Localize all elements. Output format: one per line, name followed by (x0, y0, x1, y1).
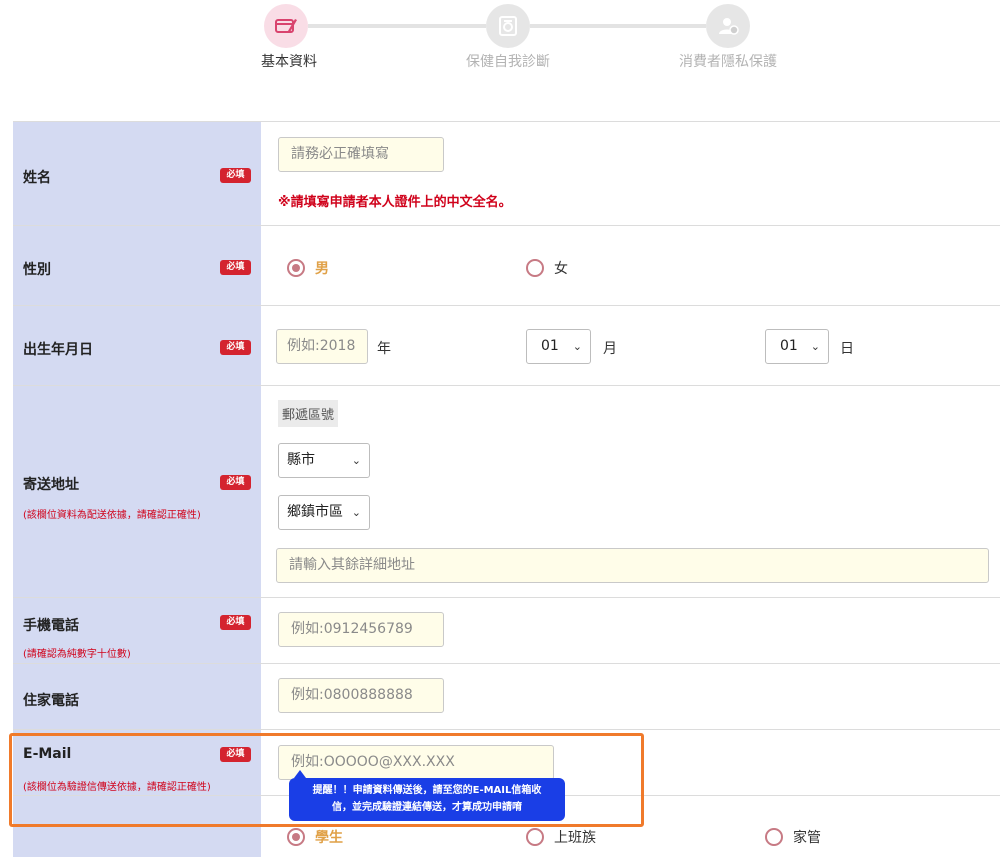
address-label: 寄送地址 (23, 477, 79, 493)
email-reminder-tooltip: 提醒！！申請資料傳送後，請至您的E-MAIL信箱收 信，並完成驗證連結傳送，才算… (289, 778, 565, 821)
edit-card-icon (275, 19, 297, 33)
day-unit: 日 (840, 341, 854, 357)
row-mobile: 手機電話 必填 (請確認為純數字十位數) 例如:0912456789 (13, 598, 1000, 664)
gender-male-radio[interactable] (287, 259, 305, 277)
row-gender: 性別 必填 男 女 (13, 226, 1000, 306)
occupation-homemaker-radio[interactable] (765, 828, 783, 846)
birth-year-input[interactable]: 例如:2018 (276, 329, 368, 364)
home-phone-input[interactable]: 例如:0800888888 (278, 678, 444, 713)
row-home-phone: 住家電話 例如:0800888888 (13, 664, 1000, 730)
address-detail-input[interactable]: 請輸入其餘詳細地址 (276, 548, 989, 583)
occupation-student-label[interactable]: 學生 (315, 827, 343, 847)
gender-female-radio[interactable] (526, 259, 544, 277)
zip-code-display: 郵遞區號 (278, 400, 339, 427)
step-2-circle (486, 4, 530, 48)
chevron-down-icon: ⌄ (572, 340, 582, 353)
required-badge: 必填 (220, 168, 251, 183)
row-address: 寄送地址 必填 (該欄位資料為配送依據，請確認正確性) 郵遞區號 縣市 ⌄ 鄉鎮… (13, 386, 1000, 598)
required-badge: 必填 (220, 475, 251, 490)
step-2-label: 保健自我診斷 (466, 54, 550, 70)
step-connector (530, 24, 706, 28)
step-3-label: 消費者隱私保護 (679, 54, 777, 70)
step-1-circle (264, 4, 308, 48)
gender-label: 性別 (23, 262, 51, 278)
birth-day-select[interactable]: 01 ⌄ (765, 329, 829, 364)
county-select[interactable]: 縣市 ⌄ (278, 443, 370, 478)
occupation-student-radio[interactable] (287, 828, 305, 846)
occupation-office-radio[interactable] (526, 828, 544, 846)
chevron-down-icon: ⌄ (351, 454, 361, 467)
mobile-label: 手機電話 (23, 618, 79, 634)
address-note: (該欄位資料為配送依據，請確認正確性) (23, 510, 201, 521)
tooltip-line-2: 信，並完成驗證連結傳送，才算成功申請唷 (332, 802, 522, 813)
name-warning: ※請填寫申請者本人證件上的中文全名。 (278, 195, 512, 210)
step-3-circle (706, 4, 750, 48)
mobile-note: (請確認為純數字十位數) (23, 649, 131, 660)
home-phone-label: 住家電話 (23, 693, 79, 709)
required-badge: 必填 (220, 340, 251, 355)
tooltip-arrow (294, 770, 306, 778)
chevron-down-icon: ⌄ (810, 340, 820, 353)
chevron-down-icon: ⌄ (351, 506, 361, 519)
occupation-homemaker-label[interactable]: 家管 (793, 827, 821, 847)
step-connector (308, 24, 486, 28)
step-1-label: 基本資料 (261, 54, 317, 70)
occupation-office-label[interactable]: 上班族 (554, 827, 596, 847)
row-name: 姓名 必填 請務必正確填寫 ※請填寫申請者本人證件上的中文全名。 (13, 121, 1000, 226)
required-badge: 必填 (220, 615, 251, 630)
health-check-icon (499, 16, 517, 36)
month-unit: 月 (603, 341, 617, 357)
name-input[interactable]: 請務必正確填寫 (278, 137, 444, 172)
district-select[interactable]: 鄉鎮市區 ⌄ (278, 495, 370, 530)
name-label: 姓名 (23, 170, 51, 186)
mobile-input[interactable]: 例如:0912456789 (278, 612, 444, 647)
birthday-label: 出生年月日 (23, 342, 93, 358)
gender-male-label[interactable]: 男 (315, 258, 329, 278)
tooltip-line-1: 提醒！！申請資料傳送後，請至您的E-MAIL信箱收 (312, 785, 542, 796)
birth-month-select[interactable]: 01 ⌄ (526, 329, 591, 364)
year-unit: 年 (377, 341, 391, 357)
required-badge: 必填 (220, 260, 251, 275)
row-birthday: 出生年月日 必填 例如:2018 年 01 ⌄ 月 01 ⌄ 日 (13, 306, 1000, 386)
privacy-user-icon (719, 18, 739, 35)
progress-steps: 基本資料 保健自我診斷 消費者隱私保護 (0, 0, 1000, 100)
gender-female-label[interactable]: 女 (554, 258, 568, 278)
